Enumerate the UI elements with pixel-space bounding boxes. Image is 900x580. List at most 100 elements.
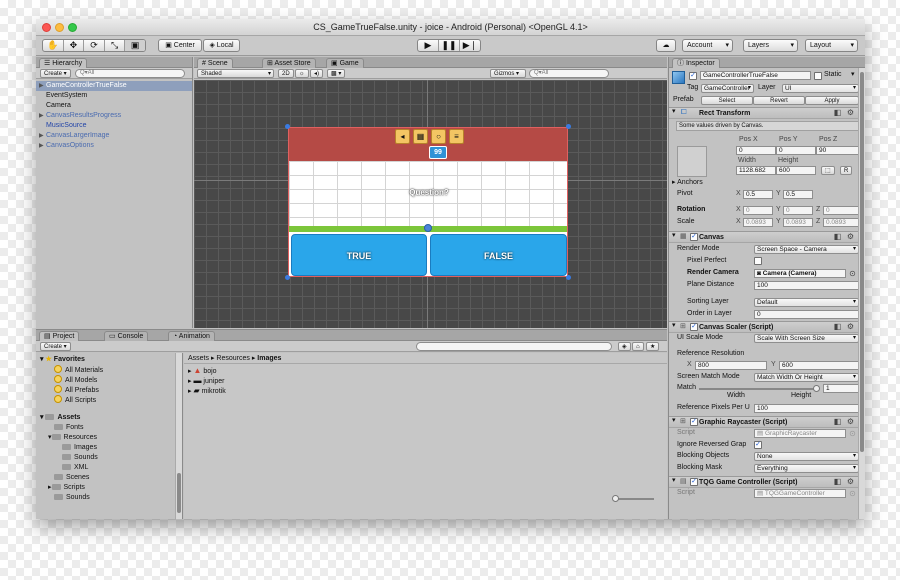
tab-inspector[interactable]: ⓘ Inspector [672,58,720,68]
corner-handle[interactable] [566,275,571,280]
filter-label-icon[interactable]: ⌂ [632,342,644,351]
reference-y-field[interactable]: 600 [779,361,859,370]
match-value-field[interactable]: 1 [823,384,859,393]
audio-icon[interactable]: ◂) [310,69,324,78]
favorite-all-materials[interactable]: All Materials [36,365,182,375]
gear-icon[interactable]: ⚙ [846,477,855,486]
filter-type-icon[interactable]: ◈ [618,342,631,351]
project-search-input[interactable] [416,342,612,351]
help-icon[interactable]: ◧ [833,232,842,241]
step-icon[interactable]: ▶❘ [460,40,480,51]
rotation-y-field[interactable]: 0 [783,206,813,215]
slider-thumb[interactable] [813,385,820,392]
blueprint-mode-button[interactable]: ⬚ [821,166,835,175]
file-juniper[interactable]: ▸ ▬ juniper [184,376,667,386]
move-tool-icon[interactable]: ✥ [64,40,85,51]
static-checkbox[interactable] [814,72,822,80]
order-in-layer-field[interactable]: 0 [754,310,859,319]
expand-arrow-icon[interactable]: ▶ [39,81,44,91]
tqg-enabled-checkbox[interactable]: ✓ [690,478,698,486]
raycaster-enabled-checkbox[interactable]: ✓ [690,418,698,426]
hierarchy-item-canvasresults[interactable]: ▶ CanvasResultsProgress [36,111,192,121]
folder-resources[interactable]: ▾ Resources [36,433,182,443]
height-field[interactable]: 600 [776,166,816,175]
hierarchy-item-gamecontroller[interactable]: ▶ GameControllerTrueFalse [36,81,192,91]
gear-icon[interactable]: ⚙ [846,108,855,117]
space-local-button[interactable]: ◈ Local [203,39,240,52]
rotate-tool-icon[interactable]: ⟳ [84,40,105,51]
favorite-all-models[interactable]: All Models [36,375,182,385]
foldout-arrow-icon[interactable]: ▾ [672,416,676,426]
foldout-arrow-icon[interactable]: ▾ [672,476,676,486]
pivot-handle-icon[interactable] [424,224,432,232]
hand-tool-icon[interactable]: ✋ [43,40,64,51]
tab-scene[interactable]: # Scene [197,58,233,68]
hierarchy-item-camera[interactable]: Camera [36,101,192,111]
scale-x-field[interactable]: 0.0893 [743,218,773,227]
pivot-x-field[interactable]: 0.5 [743,190,773,199]
render-mode-dropdown[interactable]: Screen Space - Camera [754,245,859,254]
scroll-thumb[interactable] [860,72,864,452]
favorite-star-icon[interactable]: ★ [646,342,660,351]
hierarchy-item-eventsystem[interactable]: EventSystem [36,91,192,101]
true-button[interactable]: TRUE [291,234,427,276]
lighting-icon[interactable]: ☼ [295,69,309,78]
help-icon[interactable]: ◧ [833,322,842,331]
hierarchy-search-input[interactable]: Q▾All [75,69,185,78]
layout-dropdown[interactable]: Layout ▾ [805,39,858,52]
rotation-x-field[interactable]: 0 [743,206,773,215]
tab-console[interactable]: ▭ Console [104,331,149,341]
help-icon[interactable]: ◧ [833,477,842,486]
raw-edit-button[interactable]: R [840,166,853,175]
breadcrumb-assets[interactable]: Assets [188,355,209,362]
play-icon[interactable]: ▶ [418,40,439,51]
canvas-enabled-checkbox[interactable]: ✓ [690,233,698,241]
hierarchy-create-button[interactable]: Create ▾ [40,69,71,78]
folder-xml[interactable]: XML [36,463,182,473]
pause-icon[interactable]: ❚❚ [439,40,460,51]
project-create-button[interactable]: Create ▾ [40,342,71,351]
false-button[interactable]: FALSE [430,234,567,276]
render-camera-field[interactable]: ◙ Camera (Camera) [754,269,846,278]
corner-handle[interactable] [285,275,290,280]
prefab-apply-button[interactable]: Apply [805,96,859,105]
folder-fonts[interactable]: Fonts [36,423,182,433]
expand-arrow-icon[interactable]: ▶ [39,141,44,151]
tab-project[interactable]: ▤ Project [39,331,80,341]
effects-icon[interactable]: ▩ ▾ [327,69,346,78]
scroll-thumb[interactable] [177,473,181,513]
folder-scripts[interactable]: ▸ Scripts [36,483,182,493]
blocking-objects-dropdown[interactable]: None [754,452,859,461]
refresh-icon[interactable]: ○ [431,129,446,144]
plane-distance-field[interactable]: 100 [754,281,859,290]
favorite-all-prefabs[interactable]: All Prefabs [36,385,182,395]
object-picker-icon[interactable]: ⊙ [848,269,857,278]
favorite-all-scripts[interactable]: All Scripts [36,395,182,405]
ignore-reversed-checkbox[interactable]: ✓ [754,441,762,449]
expand-arrow-icon[interactable]: ▶ [39,131,44,141]
file-mikrotik[interactable]: ▸ ▰ mikrotik [184,386,667,396]
reference-x-field[interactable]: 800 [695,361,767,370]
sorting-layer-dropdown[interactable]: Default [754,298,859,307]
prefab-revert-button[interactable]: Revert [753,96,805,105]
pos-y-field[interactable]: 0 [776,146,816,155]
tab-asset-store[interactable]: ⊞ Asset Store [262,58,316,68]
image-icon[interactable]: ▦ [413,129,428,144]
prefab-select-button[interactable]: Select [701,96,753,105]
help-icon[interactable]: ◧ [833,108,842,117]
expand-arrow-icon[interactable]: ▶ [39,111,44,121]
breadcrumb-resources[interactable]: Resources [216,355,249,362]
shading-dropdown[interactable]: Shaded ▾ [197,69,274,78]
rotation-z-field[interactable]: 0 [823,206,859,215]
hierarchy-item-canvaslargerimage[interactable]: ▶ CanvasLargerImage [36,131,192,141]
hierarchy-item-musicsource[interactable]: MusicSource [36,121,192,131]
help-icon[interactable]: ◧ [833,417,842,426]
favorites-header[interactable]: ▾ ★ Favorites [36,355,182,365]
scale-z-field[interactable]: 0.0893 [823,218,859,227]
foldout-arrow-icon[interactable]: ▾ [672,321,676,331]
close-window-button[interactable] [42,23,51,32]
folder-sounds-root[interactable]: Sounds [36,493,182,503]
corner-handle[interactable] [566,124,571,129]
file-bojo[interactable]: ▸ ▲ bojo [184,366,667,376]
cloud-icon[interactable]: ☁ [656,39,676,52]
